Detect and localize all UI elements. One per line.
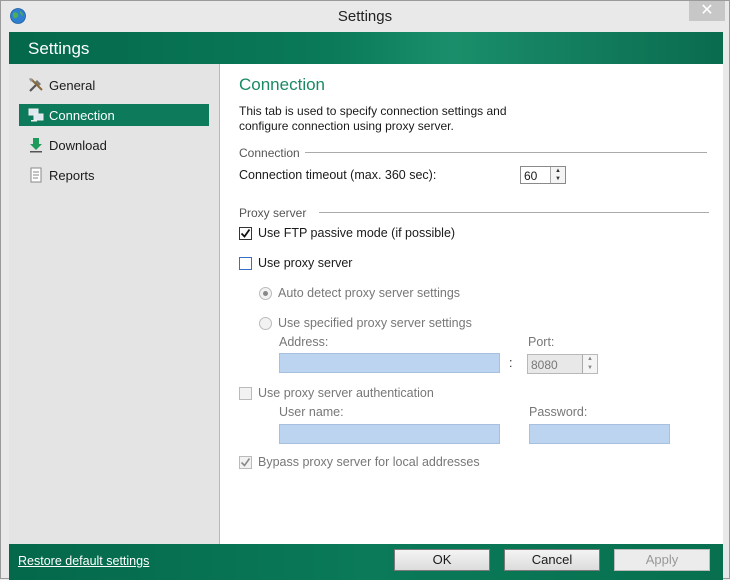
ftp-passive-label: Use FTP passive mode (if possible) — [258, 226, 456, 240]
timeout-value: 60 — [524, 169, 538, 183]
timeout-label: Connection timeout (max. 360 sec): — [239, 168, 437, 182]
group-divider — [319, 212, 709, 213]
settings-window: Settings ✕ Settings General Connection D… — [0, 0, 730, 580]
address-field[interactable] — [279, 353, 500, 373]
title-bar[interactable]: Settings ✕ — [1, 1, 729, 32]
settings-header: Settings — [9, 32, 723, 64]
password-field[interactable] — [529, 424, 670, 444]
close-icon: ✕ — [700, 2, 714, 19]
sidebar-item-label: Download — [49, 137, 107, 153]
checkmark-icon — [240, 458, 251, 467]
sidebar-item-label: Reports — [49, 167, 95, 183]
restore-defaults-link[interactable]: Restore default settings — [18, 554, 149, 568]
auth-checkbox[interactable] — [239, 387, 252, 400]
radio-dot — [263, 291, 268, 296]
close-button[interactable]: ✕ — [689, 1, 725, 21]
sidebar-item-label: General — [49, 77, 96, 93]
sidebar-item-connection[interactable]: Connection — [19, 104, 209, 126]
sidebar: General Connection Download Reports — [9, 64, 220, 544]
use-proxy-label: Use proxy server — [258, 256, 353, 270]
auto-detect-label: Auto detect proxy server settings — [278, 286, 461, 300]
checkmark-icon — [240, 228, 251, 238]
username-label: User name: — [279, 405, 344, 419]
proxy-group-label: Proxy server — [239, 206, 307, 220]
ftp-passive-checkbox[interactable] — [239, 227, 252, 240]
username-field[interactable] — [279, 424, 500, 444]
page-description: This tab is used to specify connection s… — [239, 104, 507, 133]
password-label: Password: — [529, 405, 588, 419]
auth-label: Use proxy server authentication — [258, 386, 434, 400]
sidebar-item-label: Connection — [49, 107, 115, 123]
use-specified-radio[interactable] — [259, 317, 272, 330]
chevron-down-icon[interactable]: ▼ — [583, 364, 597, 373]
download-icon — [30, 138, 42, 153]
bypass-checkbox[interactable] — [239, 456, 252, 469]
address-label: Address: — [279, 335, 329, 349]
auto-detect-radio[interactable] — [259, 287, 272, 300]
header-title: Settings — [28, 39, 90, 58]
bypass-label: Bypass proxy server for local addresses — [258, 455, 480, 469]
group-divider — [305, 152, 707, 153]
sidebar-item-download[interactable]: Download — [19, 134, 209, 156]
content-panel: Connection This tab is used to specify c… — [220, 64, 723, 544]
apply-button[interactable]: Apply — [614, 549, 710, 571]
use-specified-label: Use specified proxy server settings — [278, 316, 472, 330]
network-icon — [28, 108, 44, 122]
stepper-buttons[interactable]: ▲ ▼ — [582, 355, 597, 373]
sidebar-item-reports[interactable]: Reports — [19, 164, 209, 186]
window-title: Settings — [337, 8, 393, 25]
use-proxy-checkbox[interactable] — [239, 257, 252, 270]
address-port-separator: : — [509, 356, 513, 370]
tools-icon — [29, 78, 43, 92]
connection-group-label: Connection — [239, 146, 300, 160]
stepper-buttons[interactable]: ▲ ▼ — [550, 167, 565, 183]
page-title: Connection — [239, 75, 326, 94]
ok-button[interactable]: OK — [394, 549, 490, 571]
timeout-stepper[interactable]: 60 ▲ ▼ — [520, 166, 566, 184]
port-stepper[interactable]: 8080 ▲ ▼ — [527, 354, 598, 374]
chevron-up-icon[interactable]: ▲ — [551, 167, 565, 175]
sidebar-item-general[interactable]: General — [19, 74, 209, 96]
port-value: 8080 — [531, 358, 558, 372]
port-label: Port: — [528, 335, 555, 349]
chevron-down-icon[interactable]: ▼ — [551, 175, 565, 183]
report-icon — [30, 167, 42, 183]
chevron-up-icon[interactable]: ▲ — [583, 355, 597, 364]
footer-bar: Restore default settings OK Cancel Apply — [9, 544, 723, 580]
cancel-button[interactable]: Cancel — [504, 549, 600, 571]
